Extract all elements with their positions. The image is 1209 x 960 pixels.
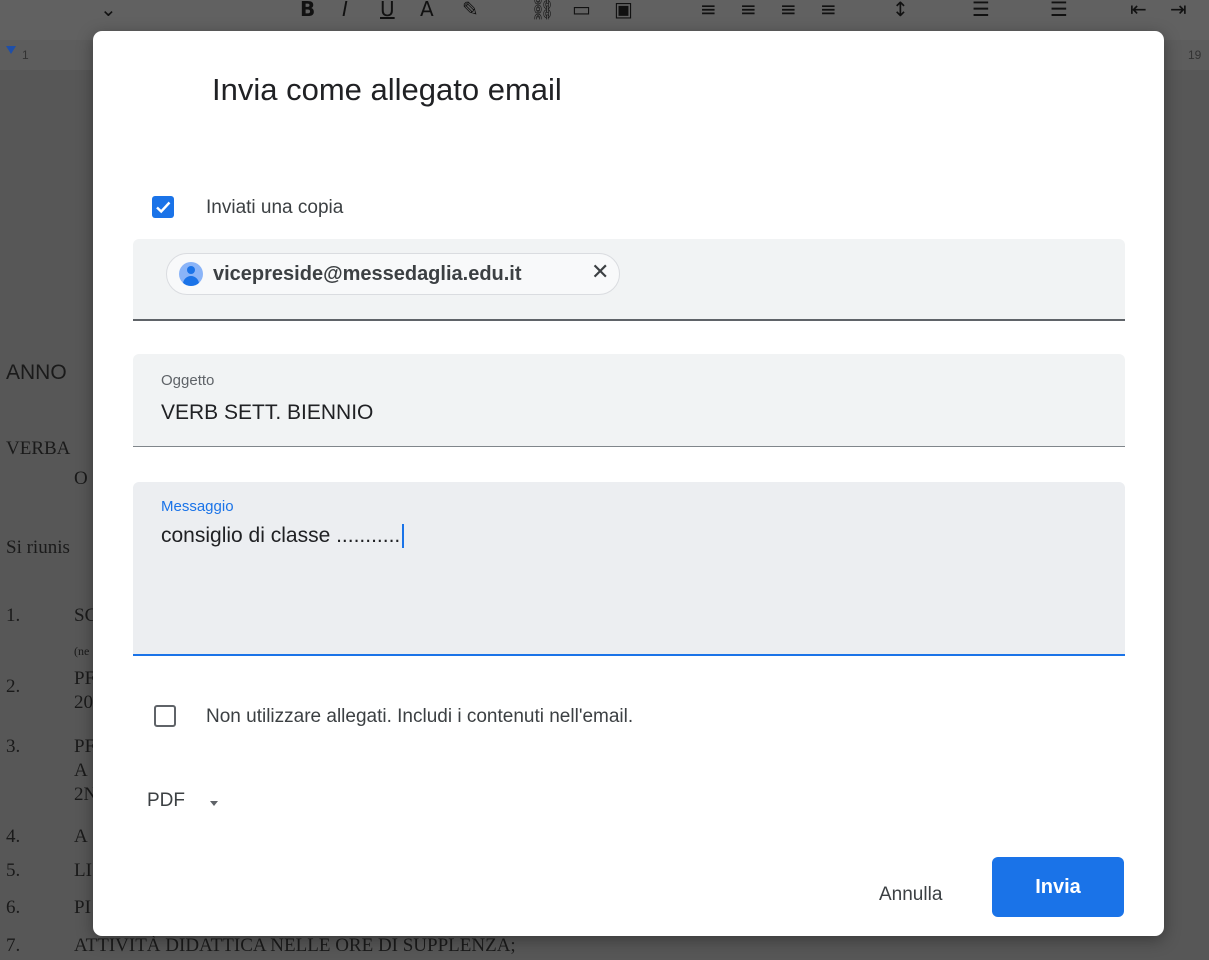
doc-line: PF [74,736,96,757]
doc-line: 2. [6,676,21,697]
doc-line: ANNO [6,361,67,384]
numbered-list-icon: ☰ [972,0,990,21]
send-copy-checkbox[interactable] [152,196,174,218]
doc-line: 6. [6,897,21,918]
ruler-number-right: 19 [1188,48,1202,62]
message-textarea[interactable]: consiglio di classe ........... [161,524,405,549]
ruler-indent-marker [6,46,16,54]
recipients-field[interactable]: vicepreside@messedaglia.edu.it ✕ [133,239,1125,321]
message-label: Messaggio [161,498,234,515]
doc-line: ATTIVITÀ DIDATTICA NELLE ORE DI SUPPLENZ… [74,935,516,956]
format-dropdown[interactable]: PDF [147,790,218,820]
doc-line: PI [74,897,91,918]
decrease-indent-icon: ⇤ [1130,0,1147,21]
doc-line: 4. [6,826,21,847]
doc-line: 20 [74,692,93,713]
doc-line: O [74,468,88,489]
align-left-icon: ≡ [700,0,717,21]
doc-line: A [74,760,88,781]
message-text: consiglio di classe ........... [161,524,401,547]
avatar-icon [179,262,203,286]
dropdown-arrow-icon [210,801,218,806]
subject-input[interactable]: VERB SETT. BIENNIO [161,401,373,425]
message-field[interactable]: Messaggio consiglio di classe ..........… [133,482,1125,656]
cancel-button[interactable]: Annulla [879,875,942,915]
email-attachment-dialog: Invia come allegato email Inviati una co… [93,31,1164,936]
format-selected-value: PDF [147,790,185,811]
doc-line: VERBA [6,438,71,459]
text-color-icon: A [420,0,434,21]
subject-field[interactable]: Oggetto VERB SETT. BIENNIO [133,354,1125,447]
comment-icon: ▭ [572,0,591,21]
ruler-number-left: 1 [22,48,29,62]
doc-line: Si riunis [6,537,70,558]
text-cursor [402,524,405,549]
underline-icon: U [380,0,395,21]
send-copy-label: Inviati una copia [206,197,344,218]
no-attachment-checkbox[interactable] [154,705,176,727]
doc-line: 7. [6,935,21,956]
doc-line: 3. [6,736,21,757]
doc-line: 5. [6,860,21,881]
link-icon: ⛓ [530,0,556,21]
doc-line: A [74,826,88,847]
recipient-chip[interactable]: vicepreside@messedaglia.edu.it ✕ [166,253,620,295]
bulleted-list-icon: ☰ [1050,0,1068,21]
checkmark-icon [156,201,171,214]
dialog-title: Invia come allegato email [212,72,562,107]
bold-icon: B [300,0,316,21]
align-right-icon: ≡ [780,0,797,21]
align-center-icon: ≡ [740,0,757,21]
align-justify-icon: ≡ [820,0,837,21]
remove-recipient-close-icon[interactable]: ✕ [591,260,609,285]
doc-line: (ne [74,644,90,658]
send-button[interactable]: Invia [992,857,1124,917]
doc-line: LI [74,860,92,881]
no-attachment-label: Non utilizzare allegati. Includi i conte… [206,706,634,727]
image-icon: ▣ [614,0,633,21]
line-spacing-icon: ↕ [892,0,909,21]
subject-label: Oggetto [161,372,215,389]
recipient-email: vicepreside@messedaglia.edu.it [213,263,522,285]
doc-line: PF [74,668,96,689]
font-size-chevron-icon: ⌄ [100,0,117,21]
increase-indent-icon: ⇥ [1170,0,1187,21]
highlight-icon: ✎ [462,0,479,21]
italic-icon: I [342,0,348,21]
doc-line: 1. [6,605,21,626]
